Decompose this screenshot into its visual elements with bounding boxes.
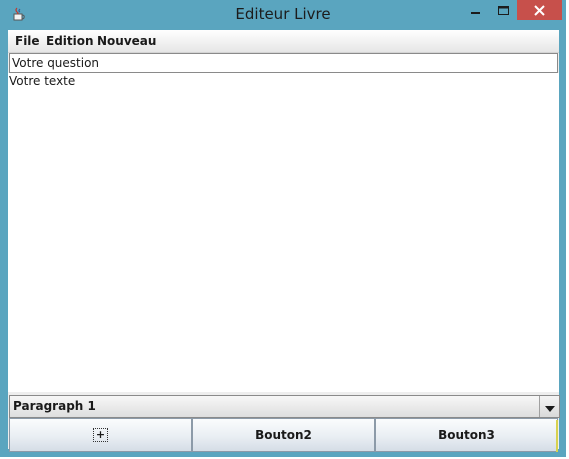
- close-button[interactable]: [517, 0, 562, 20]
- paragraph-select-value: Paragraph 1: [13, 399, 96, 413]
- menu-nouveau[interactable]: Nouveau: [97, 34, 156, 48]
- menu-edition[interactable]: Edition: [46, 34, 94, 48]
- paragraph-select[interactable]: Paragraph 1: [9, 395, 560, 418]
- bouton3-button[interactable]: Bouton3: [375, 418, 558, 452]
- maximize-icon: [497, 1, 509, 20]
- bouton2-label: Bouton2: [255, 428, 312, 442]
- add-button-label: +: [92, 428, 109, 442]
- maximize-button[interactable]: [490, 0, 516, 20]
- resize-edge: [556, 420, 558, 452]
- minimize-button[interactable]: [463, 0, 489, 20]
- chevron-down-icon: [544, 397, 555, 416]
- text-area-value: Votre texte: [9, 74, 76, 88]
- bouton2-button[interactable]: Bouton2: [192, 418, 375, 452]
- title-bar[interactable]: Editeur Livre: [0, 0, 566, 29]
- app-window: Editeur Livre File Edition Nouveau Votre…: [0, 0, 569, 457]
- question-field-value: Votre question: [12, 56, 100, 70]
- text-area[interactable]: Votre texte: [8, 73, 559, 392]
- close-icon: [534, 1, 545, 20]
- add-button[interactable]: +: [9, 418, 192, 452]
- menu-bar: File Edition Nouveau: [8, 30, 559, 53]
- question-field[interactable]: Votre question: [9, 53, 558, 73]
- client-area: File Edition Nouveau Votre question Votr…: [8, 30, 560, 452]
- bouton3-label: Bouton3: [438, 428, 495, 442]
- minimize-icon: [471, 1, 481, 20]
- paragraph-select-toggle[interactable]: [539, 396, 559, 417]
- menu-file[interactable]: File: [15, 34, 40, 48]
